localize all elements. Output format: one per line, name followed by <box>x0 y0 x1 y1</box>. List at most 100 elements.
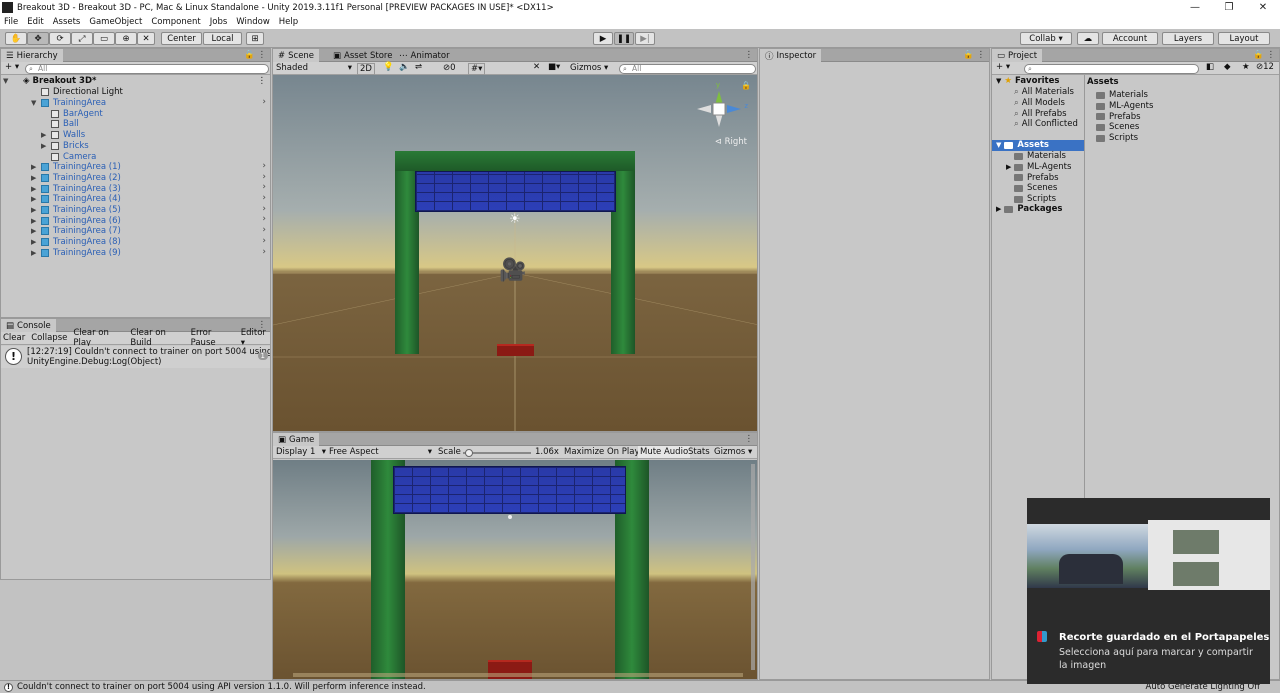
hierarchy-item[interactable]: ▶ TrainingArea (9) <box>31 248 121 259</box>
orientation-gizmo[interactable] <box>697 83 749 135</box>
asset-folder-item[interactable]: Scripts <box>1014 194 1056 205</box>
hidden-objects-icon[interactable]: ⊘0 <box>443 63 456 73</box>
hierarchy-item[interactable]: ▶ TrainingArea (2) <box>31 173 121 184</box>
pivot-center-button[interactable]: Center <box>161 32 202 45</box>
menu-window[interactable]: Window <box>236 17 270 27</box>
expand-arrow-icon[interactable]: ▶ <box>31 206 36 214</box>
favorite-star-icon[interactable]: ★ <box>1242 62 1250 72</box>
asset-list-item[interactable]: Scenes <box>1096 122 1139 133</box>
scene-menu-icon[interactable]: ⋮ <box>745 50 754 60</box>
mute-audio-toggle[interactable]: Mute Audio <box>638 446 691 458</box>
snap-icon[interactable]: ⊞ <box>246 32 264 45</box>
prefab-open-arrow-icon[interactable]: › <box>262 172 266 182</box>
prefab-open-arrow-icon[interactable]: › <box>262 236 266 246</box>
hierarchy-item[interactable]: ▶ TrainingArea (5) <box>31 205 121 216</box>
console-log-entry[interactable]: ! [12:27:19] Couldn't connect to trainer… <box>1 346 270 368</box>
pause-button[interactable]: ❚❚ <box>614 32 634 45</box>
asset-folder-item[interactable]: Materials <box>1014 151 1066 162</box>
scale-tool-icon[interactable]: ⤢ <box>71 32 93 45</box>
create-icon[interactable]: + ▾ <box>5 62 19 72</box>
prefab-open-arrow-icon[interactable]: › <box>262 161 266 171</box>
expand-arrow-icon[interactable]: ▶ <box>996 205 1001 213</box>
asset-folder-item[interactable]: ▶ ML-Agents <box>1006 162 1071 173</box>
console-error-pause-button[interactable]: Error Pause <box>191 328 235 348</box>
hierarchy-item[interactable]: ▶ TrainingArea (7) <box>31 226 121 237</box>
tab-console[interactable]: ▤ Console <box>1 319 56 332</box>
game-menu-icon[interactable]: ⋮ <box>745 434 754 444</box>
console-clear-on-build-button[interactable]: Clear on Build <box>130 328 184 348</box>
asset-list-item[interactable]: ML-Agents <box>1096 101 1153 112</box>
play-button[interactable]: ▶ <box>593 32 613 45</box>
snip-notification[interactable]: Recorte guardado en el Portapapeles Sele… <box>1027 498 1270 684</box>
favorite-item[interactable]: ⌕ All Conflicted <box>1014 119 1078 130</box>
expand-arrow-icon[interactable]: ▶ <box>41 142 46 150</box>
gizmo-lock-icon[interactable]: 🔒 <box>741 81 751 90</box>
console-clear-button[interactable]: Clear <box>3 333 25 343</box>
project-create-icon[interactable]: + ▾ <box>996 62 1010 72</box>
packages-folder[interactable]: ▶ Packages <box>996 204 1062 215</box>
account-dropdown[interactable]: Account <box>1102 32 1158 45</box>
game-viewport[interactable] <box>273 460 757 679</box>
asset-folder-item[interactable]: Prefabs <box>1014 172 1059 183</box>
expand-arrow-icon[interactable]: ▶ <box>31 238 36 246</box>
inspector-menu-icon[interactable]: 🔒 ⋮ <box>963 50 985 60</box>
hierarchy-item[interactable]: ▶ Bricks <box>41 141 89 152</box>
tab-project[interactable]: ▭ Project <box>992 49 1043 62</box>
filter-label-icon[interactable]: ◆ <box>1224 62 1231 72</box>
gizmos-dropdown[interactable]: Gizmos ▾ <box>570 63 608 73</box>
collab-button[interactable]: Collab ▾ <box>1020 32 1072 45</box>
hierarchy-item[interactable]: Camera <box>51 151 96 162</box>
filter-type-icon[interactable]: ◧ <box>1206 62 1214 72</box>
lighting-icon[interactable]: 💡 <box>383 62 394 72</box>
prefab-open-arrow-icon[interactable]: › <box>262 214 266 224</box>
step-button[interactable]: ▶| <box>635 32 655 45</box>
hierarchy-item[interactable]: Directional Light <box>41 87 123 98</box>
console-editor-dropdown[interactable]: Editor ▾ <box>241 328 270 348</box>
game-gizmos-dropdown[interactable]: Gizmos ▾ <box>714 447 752 457</box>
hierarchy-item[interactable]: ▶ TrainingArea (3) <box>31 183 121 194</box>
tab-inspector[interactable]: ⓘ Inspector <box>760 49 822 62</box>
effects-icon[interactable]: ⇌ <box>415 62 422 72</box>
minimize-button[interactable]: — <box>1178 2 1212 13</box>
close-button[interactable]: ✕ <box>1246 2 1280 13</box>
favorite-item[interactable]: ⌕ All Models <box>1014 98 1065 109</box>
audio-icon[interactable]: 🔈 <box>399 62 410 72</box>
menu-jobs[interactable]: Jobs <box>210 17 228 27</box>
hierarchy-item[interactable]: ▶ TrainingArea (8) <box>31 237 121 248</box>
prefab-open-arrow-icon[interactable]: › <box>262 225 266 235</box>
hierarchy-item[interactable]: Ball <box>51 119 79 130</box>
display-dropdown[interactable]: Display 1 ▾ <box>276 447 326 457</box>
hierarchy-item[interactable]: ▶ TrainingArea (1) <box>31 162 121 173</box>
expand-arrow-icon[interactable]: ▼ <box>996 141 1001 149</box>
panel-menu-icon[interactable]: 🔒 ⋮ <box>244 50 266 60</box>
menu-edit[interactable]: Edit <box>27 17 43 27</box>
camera-icon[interactable]: ■▾ <box>548 62 560 72</box>
asset-folder-item[interactable]: Scenes <box>1014 183 1057 194</box>
expand-arrow-icon[interactable]: ▼ <box>996 77 1001 85</box>
hand-tool-icon[interactable]: ✋ <box>5 32 27 45</box>
hierarchy-search-input[interactable]: ⌕ All <box>25 63 269 74</box>
menu-gameobject[interactable]: GameObject <box>89 17 142 27</box>
grid-icon[interactable]: #▾ <box>468 63 486 75</box>
cloud-icon[interactable]: ☁ <box>1077 32 1099 45</box>
prefab-open-arrow-icon[interactable]: › <box>262 182 266 192</box>
move-tool-icon[interactable]: ✥ <box>27 32 49 45</box>
aspect-dropdown[interactable]: Free Aspect ▾ <box>329 447 432 457</box>
layers-dropdown[interactable]: Layers <box>1162 32 1214 45</box>
project-search-input[interactable]: ⌕ <box>1024 63 1199 74</box>
assets-folder[interactable]: ▼ Assets <box>992 140 1084 151</box>
rect-tool-icon[interactable]: ▭ <box>93 32 115 45</box>
layout-dropdown[interactable]: Layout <box>1218 32 1270 45</box>
hierarchy-item[interactable]: BarAgent <box>51 108 103 119</box>
stats-toggle[interactable]: Stats <box>688 447 710 457</box>
expand-arrow-icon[interactable]: ▶ <box>1006 163 1011 171</box>
asset-list-item[interactable]: Materials <box>1096 90 1148 101</box>
tab-asset-store[interactable]: ▣ Asset Store <box>328 49 397 62</box>
expand-arrow-icon[interactable]: ▶ <box>31 249 36 257</box>
prefab-open-arrow-icon[interactable]: › <box>262 204 266 214</box>
rotate-tool-icon[interactable]: ⟳ <box>49 32 71 45</box>
scene-search-input[interactable]: ⌕ All <box>619 63 756 74</box>
asset-list-item[interactable]: Prefabs <box>1096 111 1141 122</box>
console-clear-on-play-button[interactable]: Clear on Play <box>73 328 124 348</box>
expand-arrow-icon[interactable]: ▶ <box>41 131 46 139</box>
